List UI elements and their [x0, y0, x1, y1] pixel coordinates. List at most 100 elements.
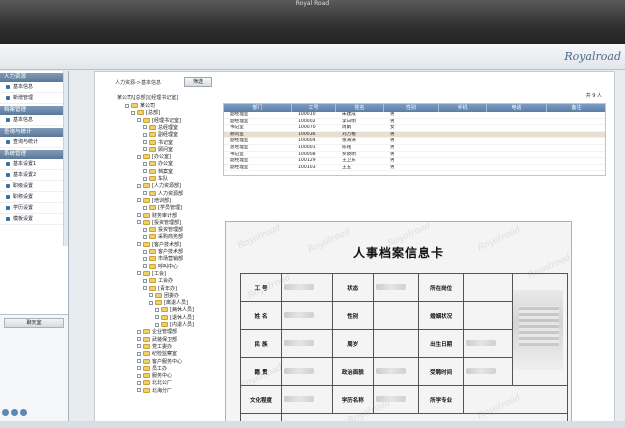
tree-node[interactable]: [客户技术部] — [137, 241, 181, 248]
tree-node[interactable]: [工会] — [137, 270, 166, 277]
tree-node[interactable]: 呼叫中心 — [143, 263, 178, 270]
tree-toggle-icon[interactable] — [137, 213, 141, 217]
tree-node[interactable]: 档案室 — [143, 168, 173, 175]
tree-node[interactable]: 纪检监察室 — [137, 350, 177, 357]
tree-node[interactable]: 投资管理部 — [143, 226, 183, 233]
tree-node[interactable]: [人力资源部] — [137, 182, 181, 189]
tree-node[interactable]: 采购商务部 — [143, 233, 183, 240]
tree-node[interactable]: 北北公厂 — [137, 379, 172, 386]
tree-node[interactable]: 书记室 — [143, 139, 173, 146]
tree-toggle-icon[interactable] — [143, 205, 147, 210]
tree-node[interactable]: [内退人员] — [155, 321, 194, 328]
tree-node[interactable]: [退休人员] — [155, 314, 194, 321]
tree-node[interactable]: 员工办 — [137, 365, 167, 372]
sidebar-item[interactable]: 基本信息 — [0, 82, 68, 93]
tree-toggle-icon[interactable] — [155, 322, 159, 327]
table-row[interactable]: 书记室 100008 罗晓明 男 — [224, 152, 605, 159]
sidebar-item[interactable]: 基本设置2 — [0, 170, 68, 181]
table-row[interactable]: 顾问室 100036 刘万根 男 — [224, 131, 605, 139]
sidebar-group-header[interactable]: 档案管理 — [0, 106, 68, 115]
tree-toggle-icon[interactable] — [143, 191, 147, 196]
column-header[interactable]: 姓名 — [336, 104, 384, 112]
sidebar-item[interactable]: 新增管理 — [0, 93, 68, 104]
tree-toggle-icon[interactable] — [137, 373, 141, 378]
tree-toggle-icon[interactable] — [137, 344, 141, 349]
tree-toggle-icon[interactable] — [143, 132, 147, 137]
tree-toggle-icon[interactable] — [137, 337, 141, 342]
chat-room-button[interactable]: 聊天室 — [4, 318, 64, 328]
tree-toggle-icon[interactable] — [137, 380, 141, 385]
table-row[interactable]: 书记室 100070 周娟 女 — [224, 125, 605, 132]
column-header[interactable]: 部门 — [224, 104, 292, 112]
column-header[interactable]: 电话 — [487, 104, 547, 112]
tree-node[interactable]: 市场营销部 — [143, 255, 183, 262]
tree-node[interactable]: [办公室] — [137, 153, 171, 160]
table-row[interactable]: 总经理室 100001 陈铭 男 — [224, 145, 605, 152]
tree-toggle-icon[interactable] — [137, 329, 141, 334]
tree-node[interactable]: 客户服务中心 — [137, 358, 182, 365]
tree-toggle-icon[interactable] — [143, 176, 147, 181]
tree-toggle-icon[interactable] — [155, 307, 159, 312]
tree-toggle-icon[interactable] — [137, 242, 141, 247]
tree-node[interactable]: 服务中心 — [137, 372, 172, 379]
tree-node[interactable]: [投资管理部] — [137, 219, 181, 226]
help-icon[interactable] — [20, 409, 27, 416]
tree-node[interactable]: 团委办 — [149, 292, 179, 299]
tree-node[interactable]: 企业管理部 — [137, 328, 177, 335]
tree-node[interactable]: 总经理室 — [143, 124, 178, 131]
table-row[interactable]: 副经理室 100002 李日明 男 — [224, 119, 605, 126]
tree-toggle-icon[interactable] — [149, 293, 153, 298]
tree-node[interactable]: 财务审计部 — [137, 212, 177, 219]
sidebar-item[interactable]: 职称设置 — [0, 192, 68, 203]
tree-toggle-icon[interactable] — [137, 198, 141, 203]
tree-toggle-icon[interactable] — [143, 264, 147, 269]
column-header[interactable]: 工号 — [292, 104, 336, 112]
sidebar-item[interactable]: 模板设置 — [0, 214, 68, 225]
tree-toggle-icon[interactable] — [143, 147, 147, 152]
sidebar-group-header[interactable]: 人力资源 — [0, 73, 68, 82]
tree-node[interactable]: [经理书记室] — [137, 117, 181, 124]
tree-toggle-icon[interactable] — [143, 234, 147, 239]
tree-node[interactable]: 顾问室 — [143, 146, 173, 153]
tree-toggle-icon[interactable] — [143, 125, 147, 130]
table-row[interactable]: 副经理室 100010 朱建成 男 — [224, 112, 605, 119]
column-header[interactable]: 性别 — [384, 104, 439, 112]
tree-node[interactable]: [青年办] — [143, 285, 177, 292]
tree-node[interactable]: 办公室 — [143, 160, 173, 167]
tree-toggle-icon[interactable] — [149, 300, 153, 305]
column-header[interactable]: 备注 — [547, 104, 605, 112]
tree-toggle-icon[interactable] — [137, 271, 141, 276]
tree-node[interactable]: [离退人员] — [149, 299, 188, 306]
tree-toggle-icon[interactable] — [143, 256, 147, 261]
tree-toggle-icon[interactable] — [143, 249, 147, 254]
tree-node[interactable]: [学员管理] — [143, 204, 182, 211]
tree-node[interactable]: 工会办 — [143, 277, 173, 284]
tree-toggle-icon[interactable] — [131, 110, 135, 115]
column-header[interactable]: 手机 — [439, 104, 487, 112]
sidebar-item[interactable]: 查询与统计 — [0, 137, 68, 148]
tree-node[interactable]: 某公司 — [125, 102, 155, 109]
sidebar-item[interactable]: 基本设置1 — [0, 159, 68, 170]
tree-toggle-icon[interactable] — [155, 315, 159, 320]
tree-toggle-icon[interactable] — [143, 278, 147, 283]
tree-toggle-icon[interactable] — [137, 220, 141, 225]
sidebar-scrollbar[interactable] — [63, 71, 68, 246]
tree-node[interactable]: 车队 — [143, 175, 168, 182]
tree-toggle-icon[interactable] — [137, 154, 141, 159]
sidebar-item[interactable]: 职级设置 — [0, 181, 68, 192]
tree-node[interactable]: 客户技术部 — [143, 248, 183, 255]
table-row[interactable]: 副经理室 100129 王卫东 男 — [224, 158, 605, 165]
tree-node[interactable]: [培训部] — [137, 197, 171, 204]
tree-node[interactable]: 党工委办 — [137, 343, 172, 350]
tree-toggle-icon[interactable] — [137, 359, 141, 363]
tree-node[interactable]: [病休人员] — [155, 306, 194, 313]
tree-toggle-icon[interactable] — [137, 118, 141, 123]
table-row[interactable]: 副经理室 100004 张海涛 男 — [224, 138, 605, 145]
tree-toggle-icon[interactable] — [143, 227, 147, 232]
tree-node[interactable]: 人力资源部 — [143, 190, 183, 197]
tree-node[interactable]: 武装保卫部 — [137, 336, 177, 343]
tree-toggle-icon[interactable] — [137, 351, 141, 356]
settings-icon[interactable] — [2, 409, 9, 416]
tree-node[interactable]: 北海分厂 — [137, 387, 172, 394]
table-row[interactable]: 副经理室 100103 王五 男 — [224, 165, 605, 172]
